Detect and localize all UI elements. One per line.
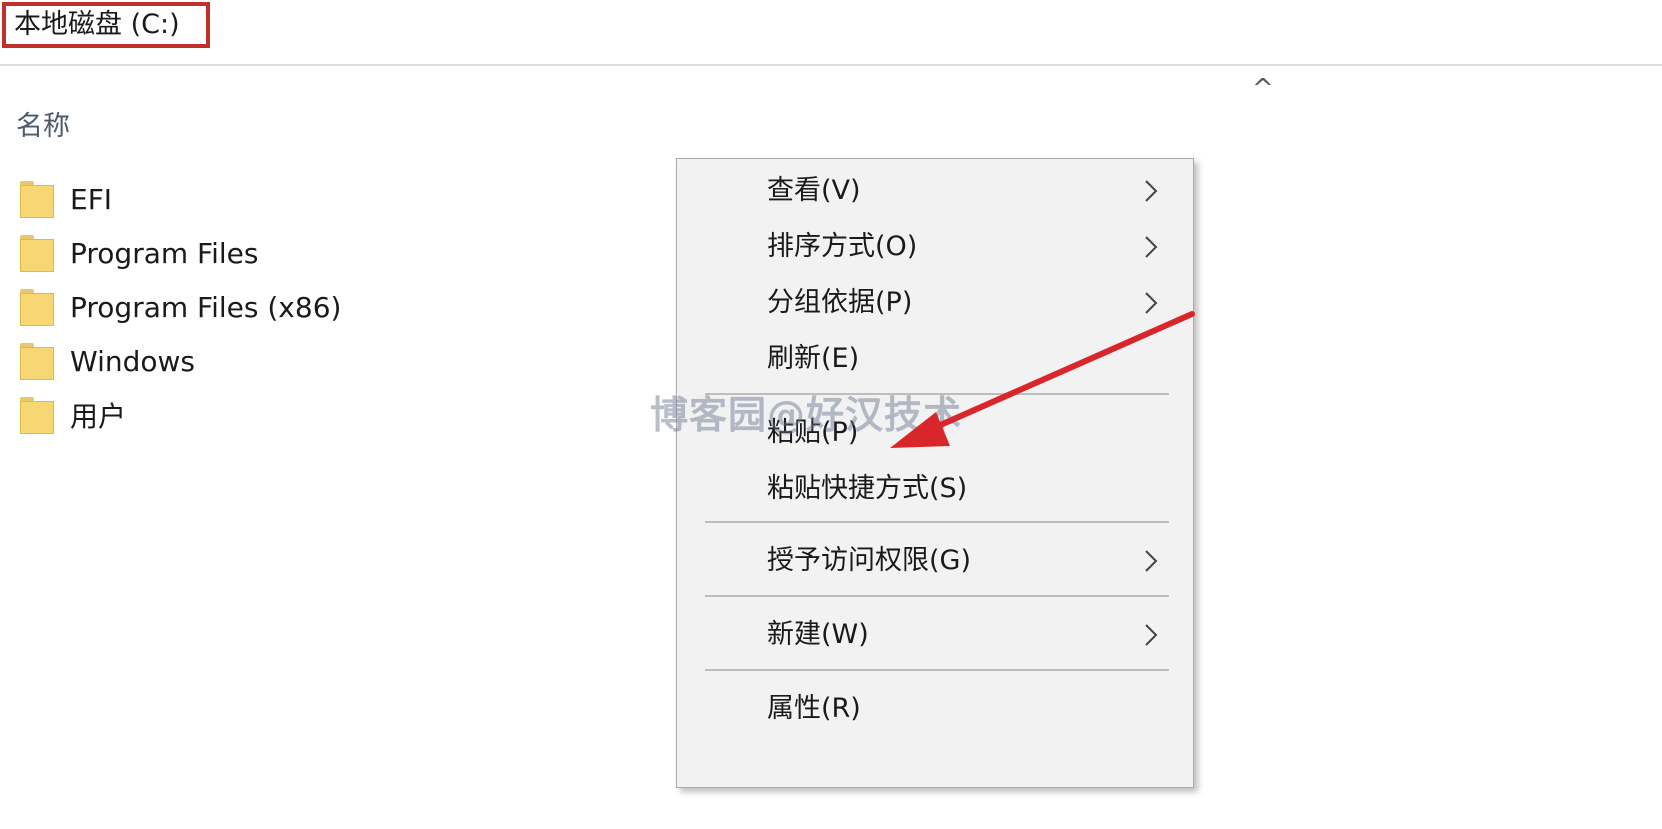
menu-item-label: 查看(V) [767,175,861,206]
menu-item-label: 属性(R) [767,693,861,724]
menu-item-label: 刷新(E) [767,343,860,374]
file-list: EFI Program Files Program Files (x86) Wi… [20,172,341,442]
folder-icon [20,288,54,326]
file-name: Windows [70,344,195,378]
chevron-right-icon [1145,624,1158,646]
list-item[interactable]: Program Files [20,226,341,280]
menu-separator [705,521,1169,523]
menu-item-label: 排序方式(O) [767,231,918,262]
list-item[interactable]: Program Files (x86) [20,280,341,334]
sort-caret-icon[interactable]: ^ [1252,74,1274,104]
menu-item-properties[interactable]: 属性(R) [767,689,1177,729]
list-item[interactable]: Windows [20,334,341,388]
drive-title-highlighted: 本地磁盘 (C:) [2,2,210,48]
chevron-right-icon [1145,236,1158,258]
menu-item-label: 授予访问权限(G) [767,545,971,576]
annotation-arrow-icon [890,311,1195,448]
list-item[interactable]: EFI [20,172,341,226]
menu-separator [705,595,1169,597]
menu-item-paste-shortcut[interactable]: 粘贴快捷方式(S) [767,469,1177,509]
folder-icon [20,396,54,434]
menu-item-give-access[interactable]: 授予访问权限(G) [767,541,1177,581]
chevron-right-icon [1145,550,1158,572]
menu-item-sort-by[interactable]: 排序方式(O) [767,227,1177,267]
folder-icon [20,234,54,272]
file-name: 用户 [70,400,127,433]
folder-icon [20,342,54,380]
menu-item-label: 粘贴快捷方式(S) [767,473,968,504]
menu-separator [705,669,1169,671]
header-divider [0,64,1662,66]
context-menu: 查看(V) 排序方式(O) 分组依据(P) 刷新(E) 粘贴(P) 粘贴快捷方式… [676,158,1194,788]
menu-item-new[interactable]: 新建(W) [767,615,1177,655]
file-name: EFI [70,182,113,216]
chevron-right-icon [1145,180,1158,202]
column-header-name[interactable]: 名称 [16,104,70,143]
folder-icon [20,180,54,218]
file-name: Program Files [70,236,259,270]
menu-item-view[interactable]: 查看(V) [767,171,1177,211]
file-name: Program Files (x86) [70,290,342,324]
menu-item-label: 新建(W) [767,619,869,650]
list-item[interactable]: 用户 [20,388,341,442]
